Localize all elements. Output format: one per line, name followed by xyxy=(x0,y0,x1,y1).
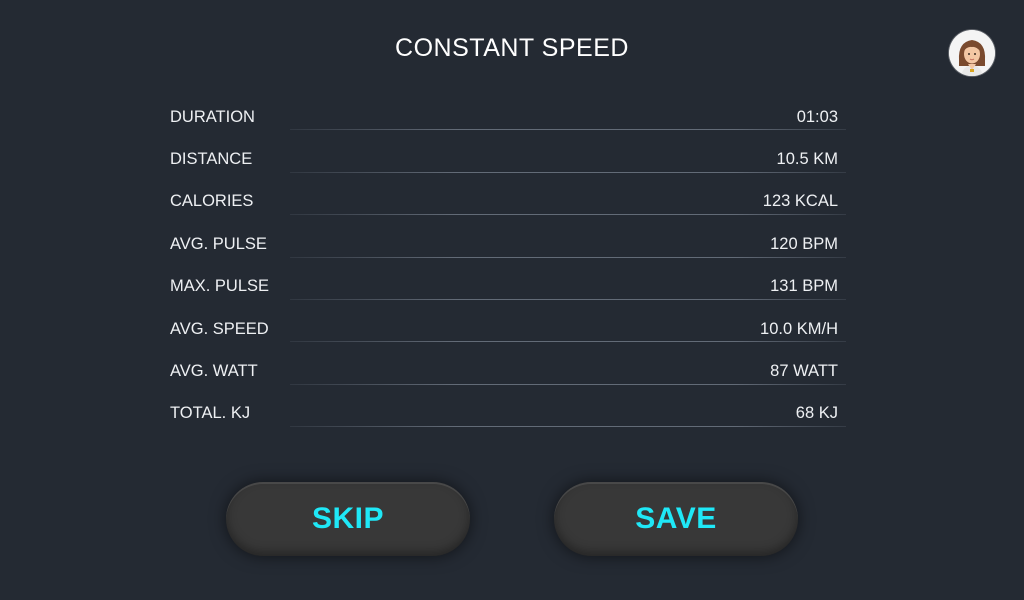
stat-row-avg-pulse: AVG. PULSE 120 BPM xyxy=(170,223,846,265)
page-title: CONSTANT SPEED xyxy=(395,34,629,62)
stat-row-avg-speed: AVG. SPEED 10.0 KM/H xyxy=(170,308,846,350)
stat-value: 87 WATT xyxy=(770,362,838,381)
stat-label: MAX. PULSE xyxy=(170,277,270,296)
stat-label: DURATION xyxy=(170,107,255,126)
stat-label: AVG. WATT xyxy=(170,362,258,381)
workout-stats-list: DURATION 01:03 DISTANCE 10.5 KM CALORIES… xyxy=(170,96,846,435)
stat-label: AVG. PULSE xyxy=(170,234,267,253)
stat-row-max-pulse: MAX. PULSE 131 BPM xyxy=(170,266,846,308)
stat-row-total-kj: TOTAL. KJ 68 KJ xyxy=(170,393,846,435)
workout-summary-screen: CONSTANT SPEED DURATION 01:03 DISTANCE 1… xyxy=(0,0,1024,600)
stat-row-distance: DISTANCE 10.5 KM xyxy=(170,138,846,180)
skip-button[interactable]: SKIP xyxy=(226,482,470,556)
stat-label: CALORIES xyxy=(170,192,254,211)
save-button[interactable]: SAVE xyxy=(554,482,798,556)
stat-value: 120 BPM xyxy=(770,234,838,253)
stat-row-calories: CALORIES 123 KCAL xyxy=(170,181,846,223)
stat-value: 123 KCAL xyxy=(762,192,838,211)
stat-label: AVG. SPEED xyxy=(170,319,269,338)
stat-value: 01:03 xyxy=(796,107,838,126)
stat-row-duration: DURATION 01:03 xyxy=(170,96,846,138)
stat-row-avg-watt: AVG. WATT 87 WATT xyxy=(170,350,846,392)
stat-value: 10.5 KM xyxy=(776,150,838,169)
stat-value: 68 KJ xyxy=(795,404,838,423)
stat-value: 131 BPM xyxy=(770,277,838,296)
stat-label: DISTANCE xyxy=(170,150,253,169)
stat-label: TOTAL. KJ xyxy=(170,404,251,423)
stat-value: 10.0 KM/H xyxy=(760,319,838,338)
user-avatar-icon[interactable] xyxy=(949,30,995,76)
